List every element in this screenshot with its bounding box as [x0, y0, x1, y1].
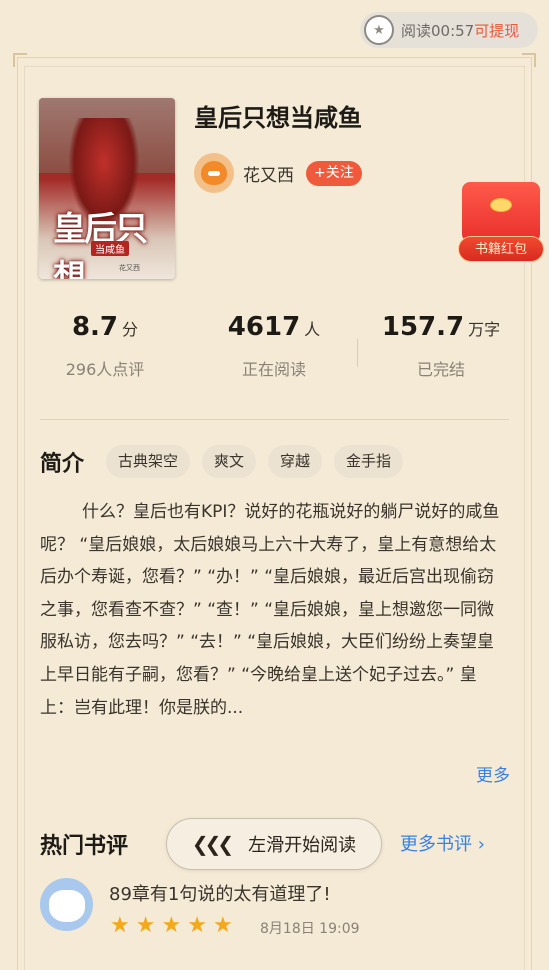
star-icon: ★: [135, 913, 156, 938]
review-star-rating: ★ ★ ★ ★ ★: [110, 914, 239, 938]
frame-corner: [13, 53, 27, 67]
stat-rating[interactable]: 8.7 分 296人点评: [25, 312, 185, 380]
book-red-packet-button[interactable]: 书籍红包: [456, 180, 544, 262]
stat-readers: 4617 人 正在阅读: [194, 312, 354, 380]
intro-text[interactable]: 什么？皇后也有KPI？说好的花瓶说好的躺尸说好的咸鱼呢？ “皇后娘娘，太后娘娘马…: [40, 496, 510, 796]
swipe-label: 左滑开始阅读: [248, 835, 357, 856]
stat-caption: 正在阅读: [241, 360, 306, 379]
follow-button[interactable]: +关注: [306, 160, 362, 186]
tag-chip[interactable]: 穿越: [268, 445, 323, 478]
red-envelope-icon: [462, 182, 540, 242]
cover-author: 花又西: [119, 264, 140, 272]
book-cover[interactable]: 皇后只想 当咸鱼 花又西: [39, 98, 175, 279]
book-stats: 8.7 分 296人点评 4617 人 正在阅读 157.7 万字 已完结: [0, 312, 549, 392]
stat-wordcount: 157.7 万字 已完结: [361, 312, 521, 380]
tag-chip[interactable]: 金手指: [334, 445, 404, 478]
tag-chip[interactable]: 古典架空: [106, 445, 191, 478]
tag-list: 古典架空 爽文 穿越 金手指: [106, 445, 415, 478]
star-icon: ★: [161, 913, 182, 938]
stat-caption: 已完结: [416, 360, 465, 379]
divider: [40, 419, 509, 420]
star-icon: ★: [110, 913, 130, 938]
star-icon: ★: [212, 913, 233, 938]
chevron-right-icon: ›: [477, 834, 485, 855]
review-text[interactable]: 89章有1句说的太有道理了!: [109, 880, 331, 906]
author-name[interactable]: 花又西: [243, 161, 294, 186]
more-reviews-link[interactable]: 更多书评 ›: [400, 830, 485, 856]
reviews-heading: 热门书评: [40, 834, 129, 859]
reading-timer-pill[interactable]: ★ 阅读00:57 可提现: [360, 12, 538, 48]
coin-icon: [490, 198, 512, 212]
cover-subtitle: 当咸鱼: [91, 241, 129, 256]
tag-chip[interactable]: 爽文: [202, 445, 257, 478]
reviewer-avatar[interactable]: [40, 878, 93, 931]
swipe-to-read-button[interactable]: ❮❮❮ 左滑开始阅读: [166, 818, 382, 870]
book-title: 皇后只想当咸鱼: [194, 104, 362, 132]
frame-corner: [522, 53, 536, 67]
withdraw-link[interactable]: 可提现: [474, 20, 519, 41]
intro-more-link[interactable]: 更多: [420, 761, 510, 791]
divider: [357, 339, 358, 367]
reading-timer-label: 阅读00:57: [401, 21, 475, 40]
author-avatar[interactable]: [194, 153, 234, 193]
review-date: 8月18日 19:09: [260, 921, 360, 937]
star-icon: ★: [187, 913, 207, 938]
stat-caption: 296人点评: [65, 360, 145, 379]
chevrons-left-icon: ❮❮❮: [191, 832, 234, 856]
star-coin-icon: ★: [364, 15, 394, 45]
red-packet-label: 书籍红包: [458, 236, 544, 262]
intro-heading: 简介: [40, 452, 85, 477]
author-row[interactable]: 花又西 +关注: [194, 153, 362, 193]
